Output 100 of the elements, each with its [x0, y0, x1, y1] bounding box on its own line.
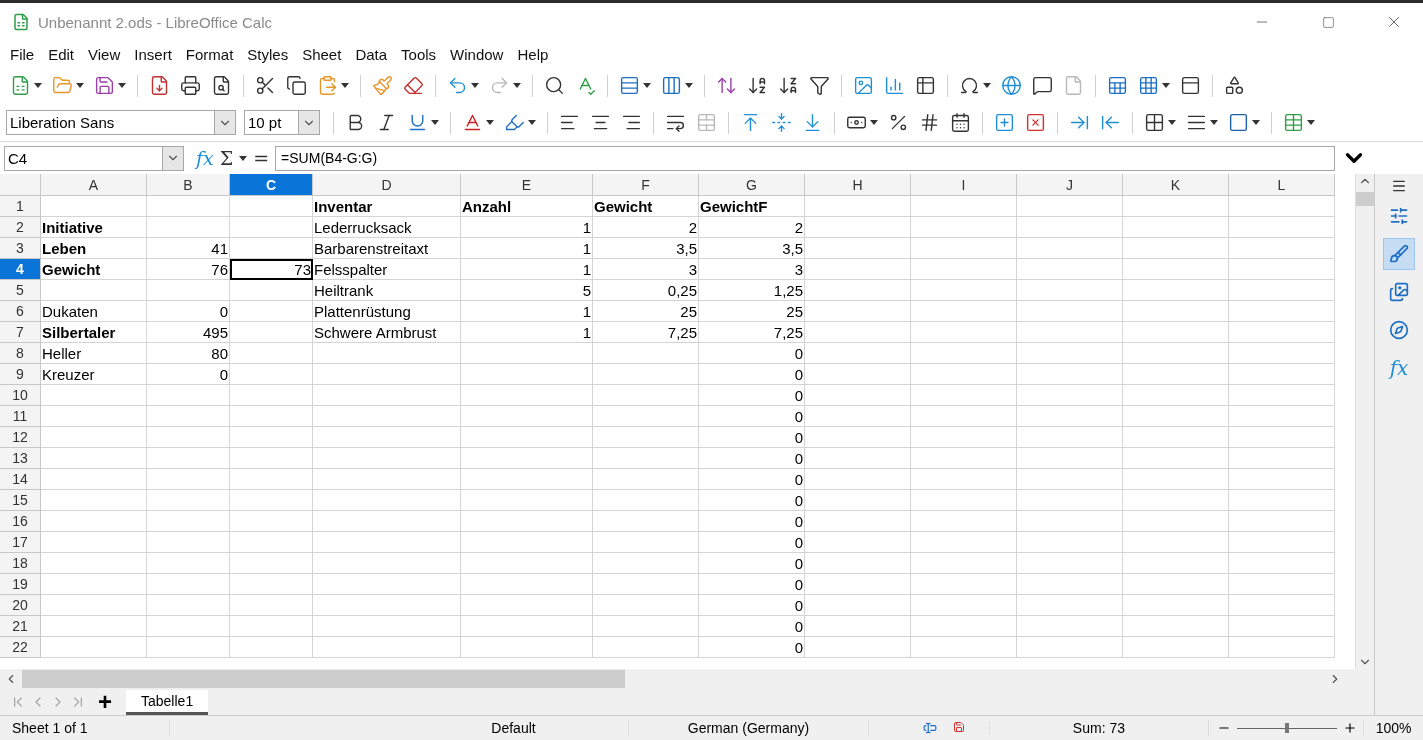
menu-item[interactable]: Format	[178, 45, 241, 63]
eraser-icon[interactable]	[403, 75, 424, 96]
column-header[interactable]: K	[1123, 174, 1229, 196]
sort-descending-icon[interactable]	[778, 75, 799, 96]
caret-icon[interactable]	[34, 83, 42, 88]
menu-item[interactable]: Window	[443, 45, 511, 63]
font-size-field[interactable]: 10 pt	[244, 110, 320, 135]
row-header[interactable]: 10	[0, 385, 41, 406]
row-header[interactable]: 5	[0, 280, 41, 301]
document-modified-icon[interactable]	[952, 721, 965, 733]
column-header[interactable]: E	[461, 174, 593, 196]
row-header[interactable]: 22	[0, 637, 41, 658]
row-header[interactable]: 18	[0, 553, 41, 574]
bar-chart-icon[interactable]	[884, 75, 905, 96]
menu-item[interactable]: Insert	[127, 45, 179, 63]
search-icon[interactable]	[544, 75, 565, 96]
speech-bubble-icon[interactable]	[1032, 75, 1053, 96]
clipboard-icon[interactable]	[317, 75, 338, 96]
printer-icon[interactable]	[180, 75, 201, 96]
maximize-icon[interactable]	[1321, 15, 1335, 29]
column-header[interactable]: D	[313, 174, 461, 196]
row-header[interactable]: 19	[0, 574, 41, 595]
row-header[interactable]: 17	[0, 532, 41, 553]
row-header[interactable]: 3	[0, 238, 41, 259]
caret-icon[interactable]	[486, 120, 494, 125]
row-header[interactable]: 4	[0, 259, 41, 280]
delete-decimal-icon[interactable]	[1025, 112, 1046, 133]
caret-icon[interactable]	[643, 83, 651, 88]
sort-ascending-icon[interactable]	[747, 75, 768, 96]
selection-mode-icon[interactable]	[922, 721, 937, 735]
caret-icon[interactable]	[685, 83, 693, 88]
copy-icon[interactable]	[286, 75, 307, 96]
menu-item[interactable]: Data	[348, 45, 395, 63]
caret-icon[interactable]	[1210, 120, 1218, 125]
caret-icon[interactable]	[431, 120, 439, 125]
menu-item[interactable]: View	[81, 45, 128, 63]
pdf-file-icon[interactable]	[149, 75, 170, 96]
row-header[interactable]: 7	[0, 322, 41, 343]
table-icon[interactable]	[915, 75, 936, 96]
column-header[interactable]: I	[911, 174, 1017, 196]
row-header[interactable]: 6	[0, 301, 41, 322]
caret-icon[interactable]	[870, 120, 878, 125]
row-header[interactable]: 2	[0, 217, 41, 238]
borders-icon[interactable]	[1144, 112, 1165, 133]
column-header[interactable]: B	[147, 174, 230, 196]
add-sheet-button[interactable]: +	[98, 690, 112, 714]
column-header[interactable]: H	[805, 174, 911, 196]
scrollbar-thumb[interactable]	[1356, 192, 1374, 206]
menu-item[interactable]: Tools	[394, 45, 444, 63]
caret-icon[interactable]	[1252, 120, 1260, 125]
highlighter-icon[interactable]	[504, 112, 525, 133]
shapes-icon[interactable]	[1224, 75, 1245, 96]
sheet-tab[interactable]: Tabelle1	[126, 689, 209, 715]
column-header[interactable]: F	[593, 174, 699, 196]
column-header[interactable]: A	[41, 174, 147, 196]
function-wizard-button[interactable]: fx	[196, 147, 214, 169]
caret-icon[interactable]	[528, 120, 536, 125]
print-area-icon[interactable]	[1107, 75, 1128, 96]
row-header[interactable]: 16	[0, 511, 41, 532]
split-window-icon[interactable]	[1180, 75, 1201, 96]
number-format-icon[interactable]	[919, 112, 940, 133]
row-header[interactable]: 14	[0, 469, 41, 490]
rows-icon[interactable]	[619, 75, 640, 96]
calendar-icon[interactable]	[950, 112, 971, 133]
caret-icon[interactable]	[76, 83, 84, 88]
menu-item[interactable]: Edit	[41, 45, 82, 63]
menu-item[interactable]: Help	[510, 45, 556, 63]
menu-icon[interactable]	[1391, 178, 1407, 194]
row-header[interactable]: 11	[0, 406, 41, 427]
row-header[interactable]: 15	[0, 490, 41, 511]
omega-icon[interactable]	[959, 75, 980, 96]
caret-icon[interactable]	[1162, 83, 1170, 88]
column-header[interactable]: C	[230, 174, 313, 196]
caret-icon[interactable]	[1307, 120, 1315, 125]
row-header[interactable]: 1	[0, 196, 41, 217]
name-box[interactable]: C4	[4, 145, 184, 171]
row-header[interactable]: 12	[0, 427, 41, 448]
zoom-thumb[interactable]	[1285, 722, 1290, 733]
caret-icon[interactable]	[239, 155, 248, 161]
row-header[interactable]: 20	[0, 595, 41, 616]
column-header[interactable]: L	[1229, 174, 1335, 196]
menu-item[interactable]: Sheet	[295, 45, 349, 63]
caret-icon[interactable]	[118, 83, 126, 88]
corner-cell[interactable]	[0, 174, 41, 196]
menu-item[interactable]: Styles	[240, 45, 296, 63]
sidebar-tab[interactable]	[1383, 238, 1415, 270]
add-decimal-icon[interactable]	[994, 112, 1015, 133]
sort-icon[interactable]	[716, 75, 737, 96]
columns-icon[interactable]	[661, 75, 682, 96]
funnel-icon[interactable]	[809, 75, 830, 96]
menu-item[interactable]: File	[3, 45, 42, 63]
column-header[interactable]: G	[699, 174, 805, 196]
font-color-icon[interactable]	[462, 112, 483, 133]
row-header[interactable]: 21	[0, 616, 41, 637]
column-header[interactable]: J	[1017, 174, 1123, 196]
font-name-field[interactable]: Liberation Sans	[6, 110, 236, 135]
sum-button[interactable]: Σ	[219, 147, 234, 169]
page-preview-icon[interactable]	[211, 75, 232, 96]
zoom-in-icon[interactable]	[1343, 721, 1358, 735]
globe-icon[interactable]	[1001, 75, 1022, 96]
